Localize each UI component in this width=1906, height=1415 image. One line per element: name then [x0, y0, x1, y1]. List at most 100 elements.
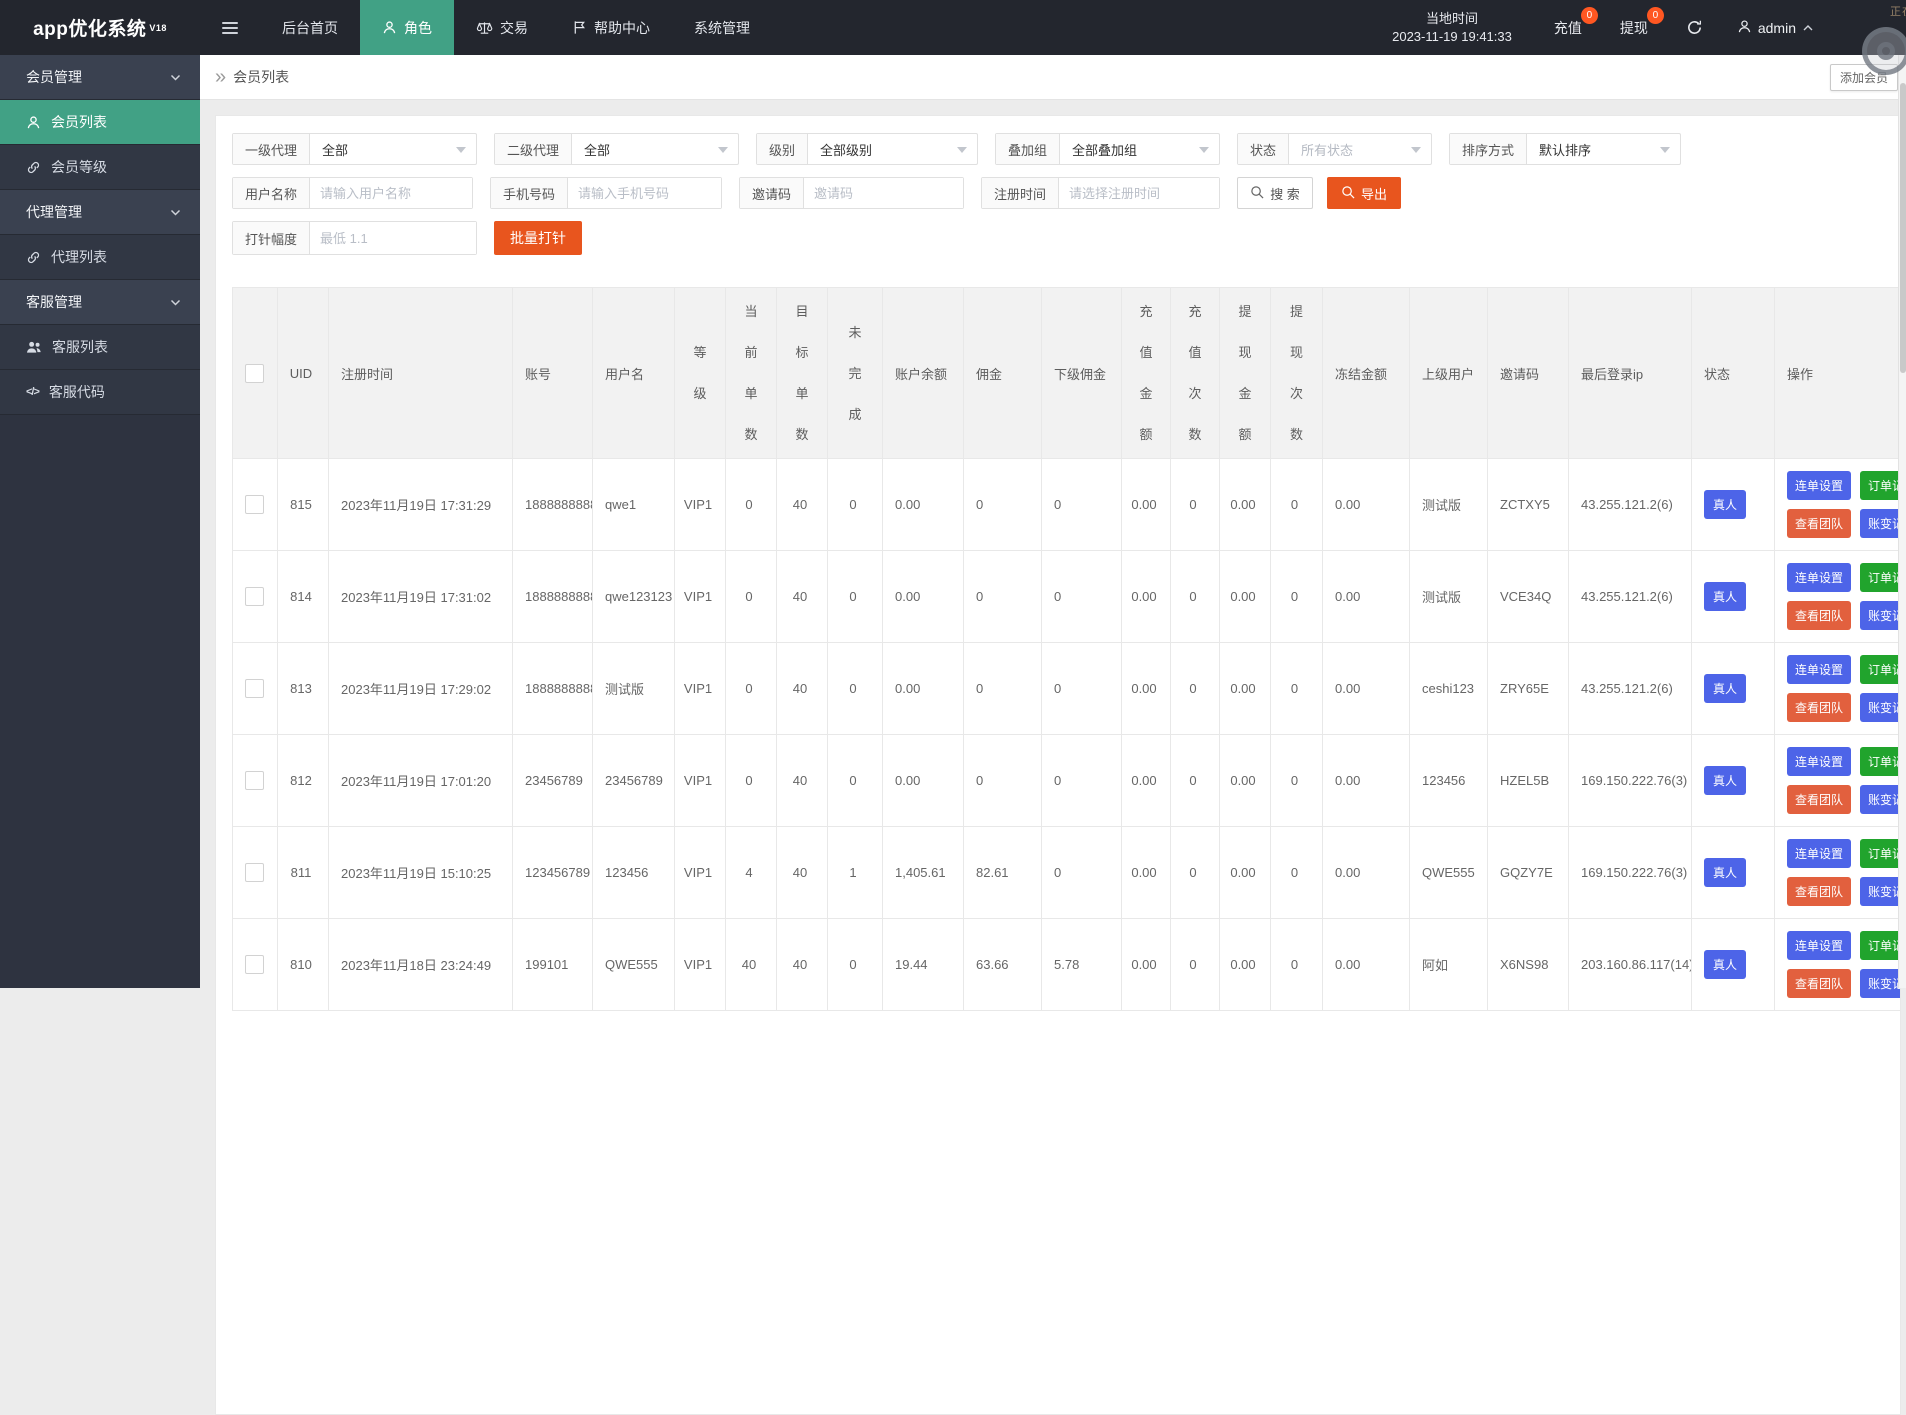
export-button[interactable]: 导出 [1327, 177, 1401, 209]
username-input[interactable] [310, 178, 472, 208]
order-records-button[interactable]: 订单记录 [1860, 471, 1901, 500]
sidebar-item-member-level[interactable]: 会员等级 [0, 145, 200, 190]
agent-level1-select[interactable]: 全部 [310, 134, 476, 164]
col-header-actions: 操作 [1775, 288, 1902, 459]
phone-input[interactable] [568, 178, 721, 208]
hamburger-menu-icon[interactable] [200, 0, 260, 55]
breadcrumb: » 会员列表 添加会员 [200, 55, 1906, 100]
cell-account: 18888888881 [513, 643, 593, 735]
sidebar-section-member-mgmt[interactable]: 会员管理 [0, 55, 200, 100]
liandan-settings-button[interactable]: 连单设置 [1787, 747, 1851, 776]
cell-sub_commission: 5.78 [1042, 919, 1122, 1011]
liandan-settings-button[interactable]: 连单设置 [1787, 655, 1851, 684]
view-team-button[interactable]: 查看团队 [1787, 601, 1851, 630]
reg-time-input[interactable] [1059, 178, 1219, 208]
withdraw-link[interactable]: 提现 0 [1620, 18, 1648, 38]
nav-item-help-center[interactable]: 帮助中心 [550, 0, 672, 55]
level-select[interactable]: 全部级别 [808, 134, 977, 164]
recharge-badge: 0 [1581, 7, 1598, 24]
sidebar-item-agent-list[interactable]: 代理列表 [0, 235, 200, 280]
caret-down-icon [1660, 147, 1670, 153]
liandan-settings-button[interactable]: 连单设置 [1787, 563, 1851, 592]
stack-group-select[interactable]: 全部叠加组 [1060, 134, 1219, 164]
order-records-button[interactable]: 订单记录 [1860, 747, 1901, 776]
cell-balance: 0.00 [883, 735, 964, 827]
cell-current_orders: 0 [726, 643, 777, 735]
cell-withdraw_amount: 0.00 [1220, 827, 1271, 919]
row-checkbox[interactable] [245, 771, 264, 790]
status-badge[interactable]: 真人 [1704, 950, 1746, 979]
liandan-settings-button[interactable]: 连单设置 [1787, 839, 1851, 868]
scrollbar-thumb[interactable] [1900, 83, 1906, 373]
order-records-button[interactable]: 订单记录 [1860, 839, 1901, 868]
cell-withdraw_count: 0 [1271, 643, 1323, 735]
refresh-icon[interactable] [1686, 19, 1703, 36]
view-team-button[interactable]: 查看团队 [1787, 693, 1851, 722]
sidebar-section-support-mgmt[interactable]: 客服管理 [0, 280, 200, 325]
batch-inject-button[interactable]: 批量打针 [494, 221, 582, 255]
view-team-button[interactable]: 查看团队 [1787, 969, 1851, 998]
inject-range-input[interactable] [310, 222, 476, 254]
status-badge[interactable]: 真人 [1704, 674, 1746, 703]
order-records-button[interactable]: 订单记录 [1860, 931, 1901, 960]
liandan-settings-button[interactable]: 连单设置 [1787, 931, 1851, 960]
cell-last_login_ip: 43.255.121.2(6) [1569, 551, 1692, 643]
status-badge[interactable]: 真人 [1704, 582, 1746, 611]
status-badge[interactable]: 真人 [1704, 858, 1746, 887]
user-menu[interactable]: admin [1737, 19, 1814, 37]
cell-username: QWE555 [593, 919, 675, 1011]
cell-uid: 812 [278, 735, 329, 827]
vertical-scrollbar[interactable] [1898, 55, 1906, 988]
view-team-button[interactable]: 查看团队 [1787, 785, 1851, 814]
local-time: 当地时间 2023-11-19 19:41:33 [1392, 10, 1512, 46]
scales-icon [476, 20, 493, 36]
cell-recharge_amount: 0.00 [1122, 735, 1171, 827]
account-changes-button[interactable]: 账变记录 [1860, 785, 1901, 814]
nav-item-trade[interactable]: 交易 [454, 0, 550, 55]
account-changes-button[interactable]: 账变记录 [1860, 877, 1901, 906]
cell-invite_code: HZEL5B [1488, 735, 1569, 827]
account-changes-button[interactable]: 账变记录 [1860, 693, 1901, 722]
cell-actions: 连单设置订单记录查看团队账变记录 [1775, 551, 1902, 643]
status-badge[interactable]: 真人 [1704, 490, 1746, 519]
sidebar-item-support-list[interactable]: 客服列表 [0, 325, 200, 370]
cell-balance: 0.00 [883, 459, 964, 551]
sidebar-item-member-list[interactable]: 会员列表 [0, 100, 200, 145]
order-records-button[interactable]: 订单记录 [1860, 655, 1901, 684]
cell-checkbox [233, 919, 278, 1011]
nav-item-roles[interactable]: 角色 [360, 0, 454, 55]
view-team-button[interactable]: 查看团队 [1787, 509, 1851, 538]
status-badge[interactable]: 真人 [1704, 766, 1746, 795]
row-checkbox[interactable] [245, 679, 264, 698]
user-icon [1737, 19, 1752, 37]
recharge-link[interactable]: 充值 0 [1554, 18, 1582, 38]
account-changes-button[interactable]: 账变记录 [1860, 969, 1901, 998]
view-team-button[interactable]: 查看团队 [1787, 877, 1851, 906]
liandan-settings-button[interactable]: 连单设置 [1787, 471, 1851, 500]
agent-level2-select[interactable]: 全部 [572, 134, 738, 164]
row-checkbox[interactable] [245, 863, 264, 882]
select-all-checkbox[interactable] [245, 364, 264, 383]
sidebar-section-agent-mgmt[interactable]: 代理管理 [0, 190, 200, 235]
nav-item-system[interactable]: 系统管理 [672, 0, 772, 55]
order-records-button[interactable]: 订单记录 [1860, 563, 1901, 592]
search-button[interactable]: 搜 索 [1237, 177, 1313, 209]
status-select[interactable]: 所有状态 [1289, 134, 1431, 164]
invite-code-input[interactable] [804, 178, 963, 208]
account-changes-button[interactable]: 账变记录 [1860, 509, 1901, 538]
cell-level: VIP1 [675, 827, 726, 919]
nav-item-dashboard[interactable]: 后台首页 [260, 0, 360, 55]
cell-recharge_amount: 0.00 [1122, 551, 1171, 643]
cell-last_login_ip: 43.255.121.2(6) [1569, 643, 1692, 735]
account-changes-button[interactable]: 账变记录 [1860, 601, 1901, 630]
row-checkbox[interactable] [245, 955, 264, 974]
filter-username: 用户名称 [232, 177, 473, 209]
cell-status: 真人 [1692, 459, 1775, 551]
sidebar-item-support-code[interactable]: </> 客服代码 [0, 370, 200, 415]
row-checkbox[interactable] [245, 495, 264, 514]
withdraw-badge: 0 [1647, 7, 1664, 24]
sort-select[interactable]: 默认排序 [1527, 134, 1680, 164]
col-header-status: 状态 [1692, 288, 1775, 459]
cell-parent_user: 123456 [1410, 735, 1488, 827]
row-checkbox[interactable] [245, 587, 264, 606]
